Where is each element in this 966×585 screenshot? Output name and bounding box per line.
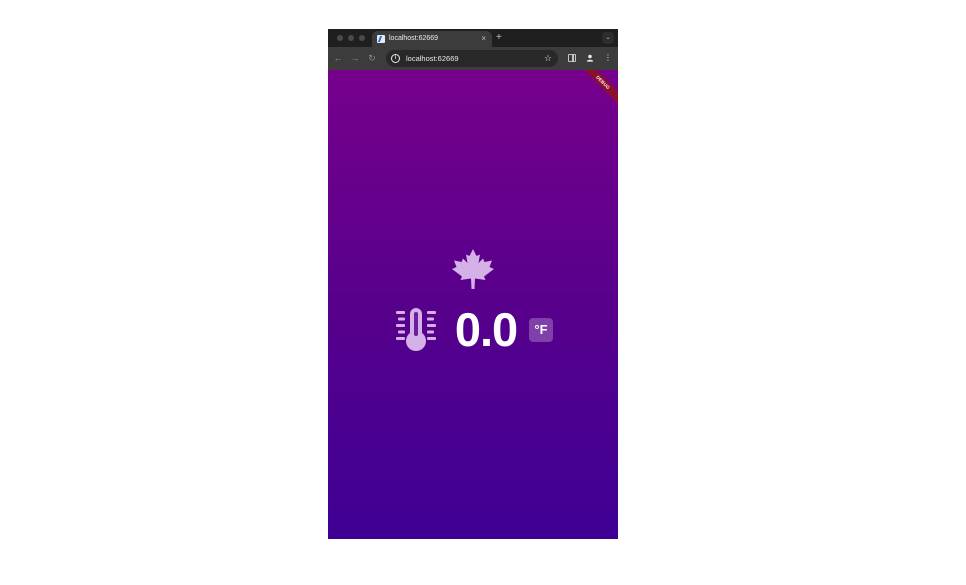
temperature-value: 0.0 [454,303,518,356]
window-minimize-dot[interactable] [348,35,354,41]
reload-button[interactable]: ↻ [366,52,378,64]
flutter-favicon-icon [377,35,385,43]
browser-tab[interactable]: localhost:62669 × [372,31,492,47]
unit-toggle-button[interactable]: °F [529,318,553,342]
tab-close-button[interactable]: × [481,33,486,45]
forward-button[interactable]: → [349,52,361,64]
profile-icon[interactable] [584,52,596,64]
window-close-dot[interactable] [337,35,343,41]
browser-toolbar: ← → ↻ i localhost:62669 ☆ ⋮ [328,47,618,70]
maple-leaf-icon [452,249,494,289]
tab-search-button[interactable]: ⌄ [602,32,614,44]
browser-menu-button[interactable]: ⋮ [602,52,614,64]
tab-strip: localhost:62669 × + ⌄ [328,29,618,47]
window-zoom-dot[interactable] [359,35,365,41]
thermometer-icon [396,308,436,351]
tab-title: localhost:62669 [389,35,439,42]
debug-banner: DEBUG [579,70,618,107]
new-tab-button[interactable]: + [496,32,502,44]
bookmark-star-icon[interactable]: ☆ [544,52,552,65]
app-content: DEBUG 0.0 °F [328,70,618,539]
browser-window: localhost:62669 × + ⌄ ← → ↻ i localhost:… [328,29,618,539]
site-info-icon[interactable]: i [391,54,400,63]
side-panel-icon[interactable] [566,52,578,64]
back-button[interactable]: ← [332,52,344,64]
url-text[interactable]: localhost:62669 [406,53,459,64]
address-bar[interactable]: i localhost:62669 ☆ [386,50,558,67]
